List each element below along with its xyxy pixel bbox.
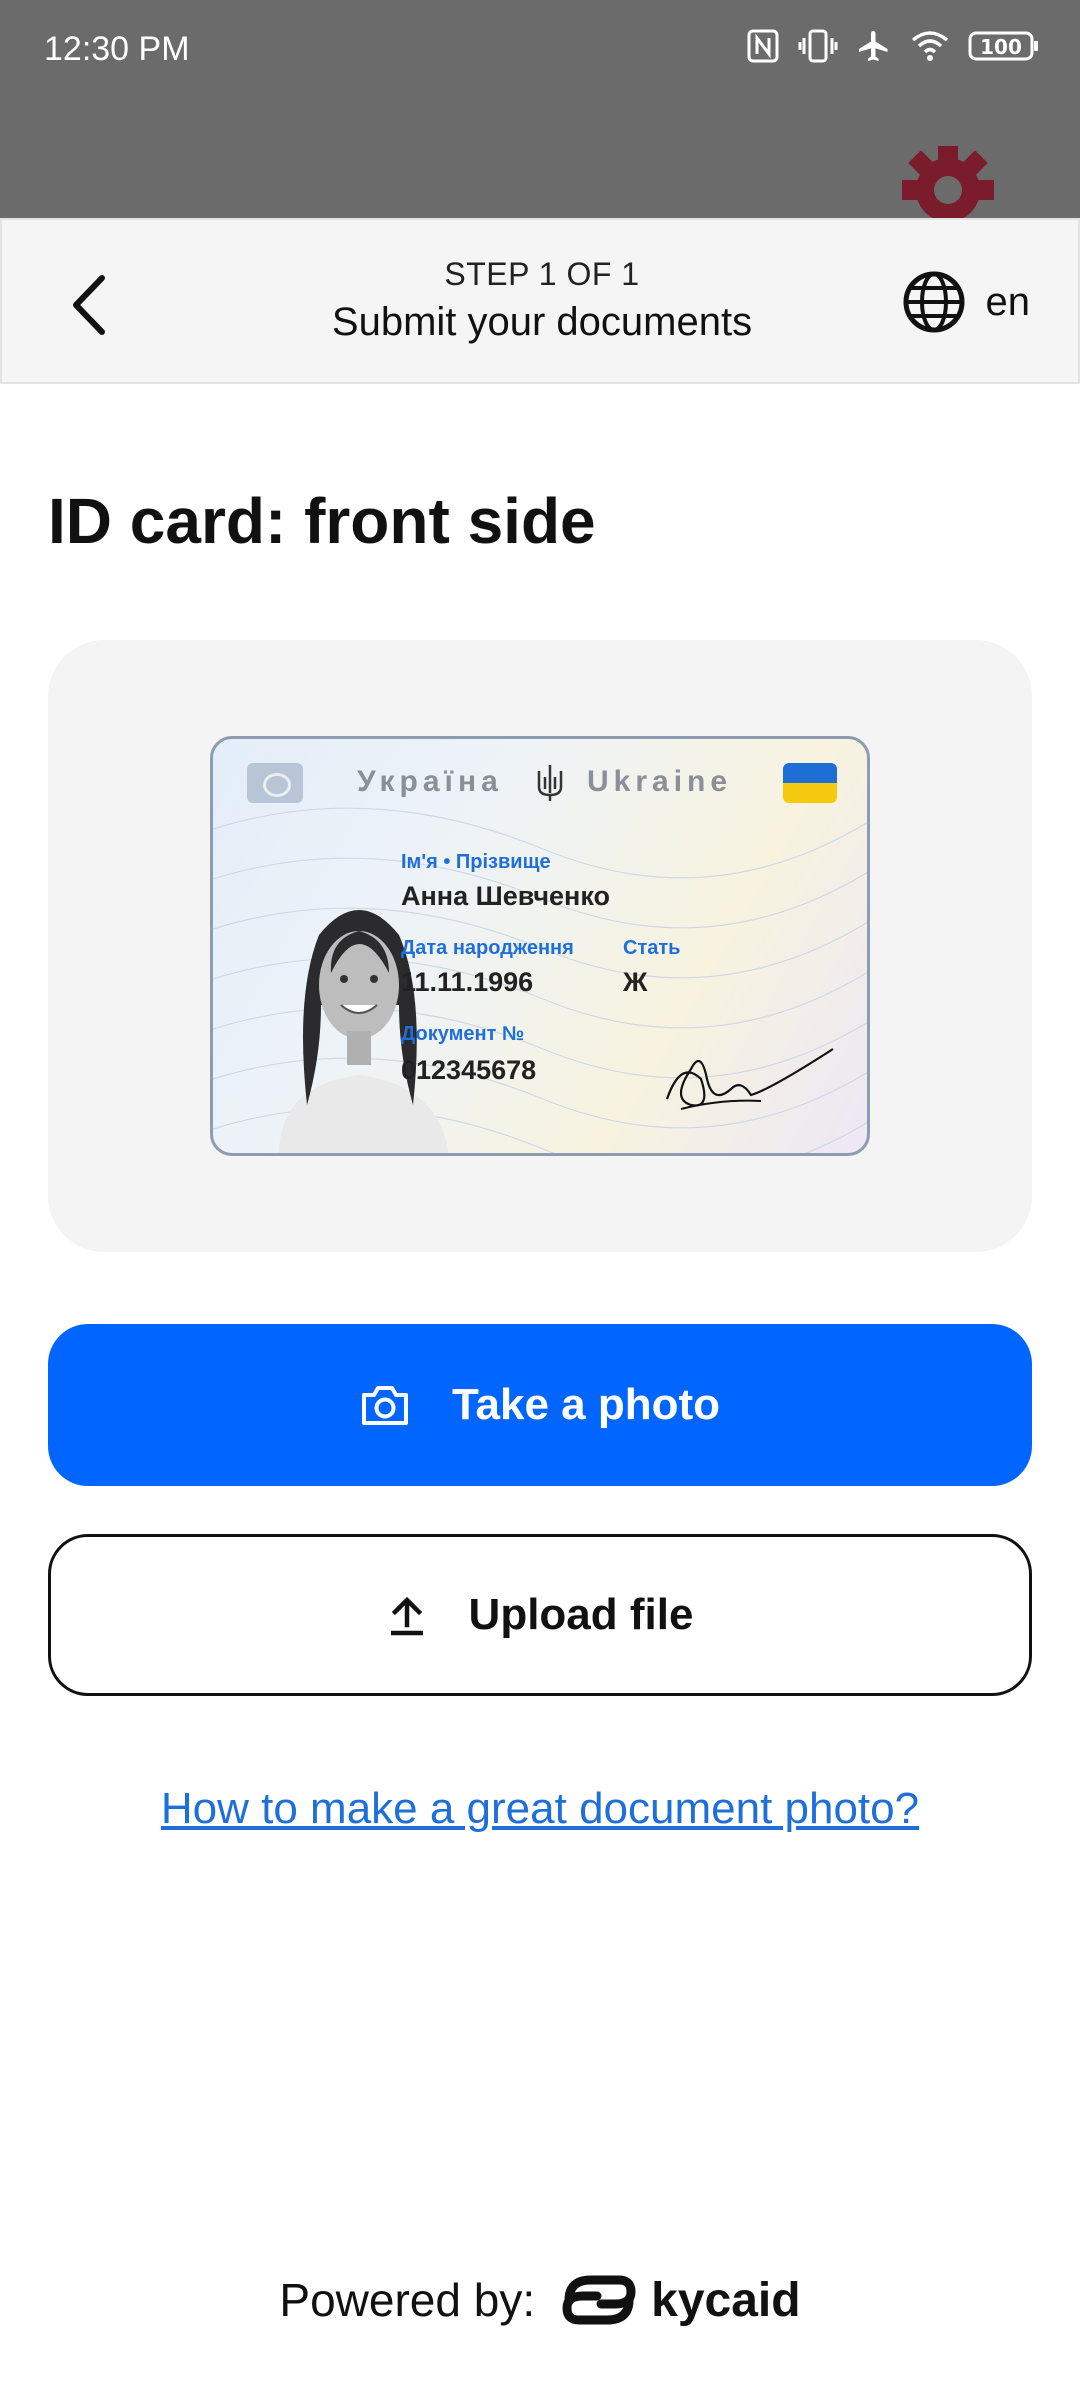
camera-icon bbox=[361, 1386, 408, 1425]
card-dob-value: 11.11.1996 bbox=[401, 967, 534, 997]
id-card-illustration: Україна Ukraine Ім'я • Прізвище Анна Шев… bbox=[210, 736, 870, 1156]
card-name-value: Анна Шевченко bbox=[401, 881, 610, 911]
brand-logo: kycaid bbox=[561, 2270, 801, 2330]
take-photo-button[interactable]: Take a photo bbox=[48, 1324, 1032, 1486]
nfc-icon bbox=[747, 29, 779, 63]
upload-icon bbox=[390, 1596, 423, 1636]
card-dob-label: Дата народження bbox=[401, 937, 574, 959]
card-doc-value: 012345678 bbox=[401, 1055, 537, 1085]
top-header: STEP 1 OF 1 Submit your documents en bbox=[0, 218, 1080, 384]
take-photo-label: Take a photo bbox=[451, 1380, 721, 1429]
card-name-label: Ім'я • Прізвище bbox=[401, 851, 551, 873]
card-country-en: Ukraine bbox=[587, 765, 733, 798]
card-country-ua: Україна bbox=[357, 765, 503, 798]
signature-mark bbox=[665, 1048, 834, 1110]
brand-name: kycaid bbox=[651, 2273, 801, 2327]
battery-icon: 100 bbox=[968, 31, 1038, 61]
card-chip-icon bbox=[247, 763, 303, 803]
airplane-icon bbox=[859, 31, 888, 61]
language-selector[interactable]: en bbox=[902, 270, 1031, 334]
status-time: 12:30 PM bbox=[44, 30, 190, 68]
ukraine-flag-icon bbox=[783, 763, 837, 803]
battery-level: 100 bbox=[980, 35, 1022, 59]
card-sex-value: Ж bbox=[623, 967, 648, 997]
card-doc-label: Документ № bbox=[401, 1023, 525, 1045]
vibrate-icon bbox=[798, 29, 838, 63]
language-code: en bbox=[985, 279, 1031, 324]
upload-file-button[interactable]: Upload file bbox=[48, 1534, 1032, 1696]
card-sex-label: Стать bbox=[623, 937, 681, 959]
status-bar: 12:30 PM 100 bbox=[0, 0, 1080, 218]
kycaid-logo-icon bbox=[562, 2275, 636, 2325]
powered-by-label: Powered by: bbox=[279, 2274, 536, 2326]
gear-icon bbox=[902, 146, 994, 218]
wifi-icon bbox=[911, 31, 949, 61]
page-title: ID card: front side bbox=[48, 485, 596, 557]
help-photo-link[interactable]: How to make a great document photo? bbox=[0, 1784, 1080, 1834]
status-icons: 100 bbox=[746, 28, 1040, 64]
globe-icon bbox=[903, 271, 964, 333]
powered-by-footer: Powered by: kycaid bbox=[0, 2270, 1080, 2330]
trident-icon bbox=[537, 765, 563, 801]
upload-file-label: Upload file bbox=[468, 1590, 694, 1639]
